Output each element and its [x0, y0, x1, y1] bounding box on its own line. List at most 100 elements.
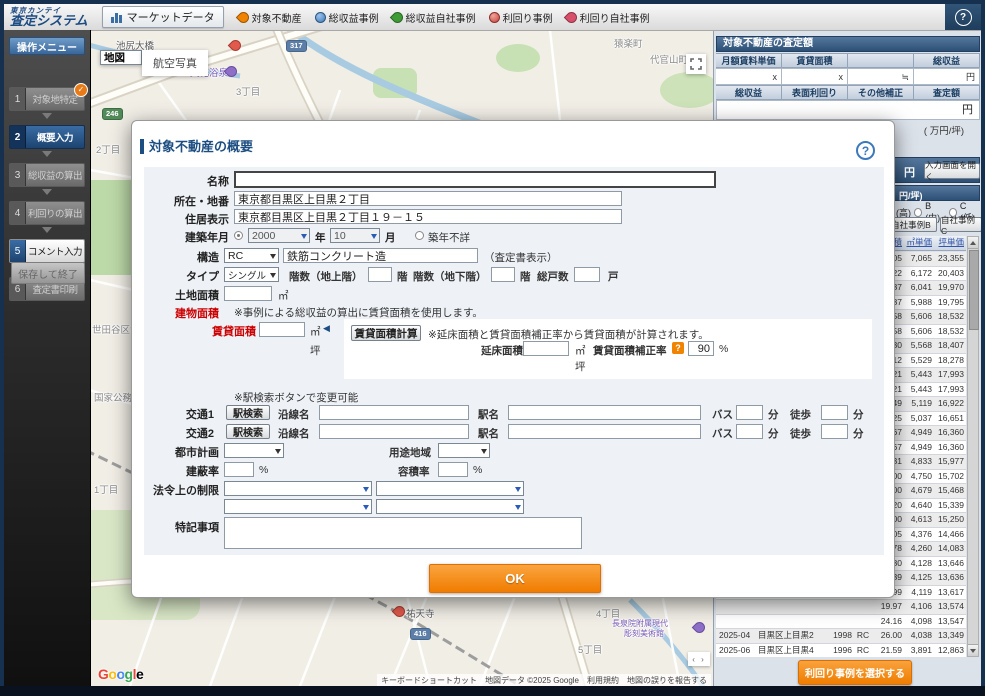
- map-attribution: キーボードショートカット地図データ ©2025 Google 利用規約地図の誤りを…: [377, 674, 711, 686]
- legal-select-4[interactable]: [376, 499, 524, 514]
- rent-area-input[interactable]: [259, 322, 305, 337]
- floors-below-input[interactable]: [491, 267, 515, 282]
- cell-sqm-price: 4,125: [902, 571, 932, 585]
- panel-title: 対象不動産の査定額: [716, 36, 980, 52]
- dropdown-arrow-icon: [363, 505, 369, 513]
- location-input[interactable]: [234, 191, 622, 206]
- attribution-link[interactable]: 地図の誤りを報告する: [627, 675, 707, 686]
- case-table-row[interactable]: 2025-06 目黒区上目黒4 1996 RC 21.59 3,891 12,8…: [716, 644, 966, 658]
- cell-sqm-price: 4,640: [902, 499, 932, 513]
- month-suffix: 月: [385, 230, 396, 245]
- cell-sqm-price: 5,037: [902, 412, 932, 426]
- map-fullscreen-button[interactable]: [686, 54, 706, 74]
- tsubo-unit-rent: 坪: [310, 343, 321, 358]
- calc-header-cell: 月額賃料単価: [716, 53, 782, 68]
- station-search-button-2[interactable]: 駅検索: [226, 424, 270, 439]
- header-sqm-price[interactable]: ㎡単価: [902, 236, 932, 250]
- floors-above-input[interactable]: [368, 267, 392, 282]
- correction-rate-input[interactable]: [688, 341, 714, 356]
- total-floor-input[interactable]: [523, 341, 569, 356]
- modal-help-button[interactable]: ?: [856, 141, 875, 160]
- walk-min-input-1[interactable]: [821, 405, 848, 420]
- sidebar-step-button[interactable]: 3 総収益の算出 ✓: [9, 163, 85, 187]
- calc-header-cell: 賃貸面積: [782, 53, 848, 68]
- station-input-1[interactable]: [508, 405, 701, 420]
- cell-tsubo-price: 13,646: [932, 557, 966, 571]
- zoning-select[interactable]: [438, 443, 490, 458]
- city-plan-select[interactable]: [224, 443, 284, 458]
- header-tsubo-price[interactable]: 坪単価: [932, 236, 966, 250]
- rent-area-calc-button[interactable]: 賃貸面積計算: [351, 325, 421, 341]
- built-month-select[interactable]: 10: [330, 228, 380, 243]
- scrollbar-thumb[interactable]: [969, 250, 979, 330]
- name-input[interactable]: [234, 171, 716, 188]
- far-input[interactable]: [438, 462, 468, 477]
- unknown-year-label: 築年不詳: [428, 230, 470, 245]
- cell-sqm-price: 4,833: [902, 455, 932, 469]
- sidebar-step-button[interactable]: 5 コメント入力 ✓: [9, 239, 85, 263]
- legal-select-2[interactable]: [376, 481, 524, 496]
- line-input-1[interactable]: [319, 405, 469, 420]
- operation-menu-title: 操作メニュー: [9, 37, 85, 55]
- unknown-year-radio[interactable]: [415, 231, 424, 240]
- legend-marker-icon: [389, 9, 405, 25]
- case-table-row[interactable]: 19.97 4,106 13,574: [716, 600, 966, 615]
- legal-select-1[interactable]: [224, 481, 372, 496]
- coverage-label: 建蔽率: [132, 463, 219, 479]
- walk-min-input-2[interactable]: [821, 424, 848, 439]
- attribution-link[interactable]: 地図データ ©2025 Google: [485, 675, 579, 686]
- cell-sqm-price: 4,750: [902, 470, 932, 484]
- select-yield-case-button[interactable]: 利回り事例を選択する: [798, 660, 912, 685]
- built-year-select[interactable]: 2000: [248, 228, 310, 243]
- line-input-2[interactable]: [319, 424, 469, 439]
- type-select[interactable]: シングル: [224, 267, 279, 282]
- table-scrollbar[interactable]: [967, 236, 979, 657]
- grade-b-radio[interactable]: [914, 208, 922, 217]
- scroll-down-button[interactable]: [968, 644, 978, 656]
- fullscreen-icon: [690, 58, 702, 70]
- bus-min-input-2[interactable]: [736, 424, 763, 439]
- total-units-input[interactable]: [574, 267, 600, 282]
- help-icon: ?: [955, 9, 972, 26]
- yen-fragment: 円: [904, 164, 915, 180]
- notes-textarea[interactable]: [224, 517, 582, 549]
- land-area-input[interactable]: [224, 286, 272, 301]
- address-input[interactable]: [234, 209, 622, 224]
- map-type-button-satellite[interactable]: 航空写真: [142, 50, 208, 76]
- cell-sqm-price: 5,568: [902, 339, 932, 353]
- legend-item: 利回り自社事例: [566, 10, 650, 25]
- cell-sqm-price: 4,949: [902, 441, 932, 455]
- legal-select-3[interactable]: [224, 499, 372, 514]
- cell-sqm-price: 5,443: [902, 383, 932, 397]
- station-search-button-1[interactable]: 駅検索: [226, 405, 270, 420]
- correction-help-icon[interactable]: ?: [672, 342, 684, 354]
- map-place-label: 1丁目: [94, 482, 118, 496]
- case-table-row[interactable]: 24.16 4,098 13,547: [716, 615, 966, 630]
- station-input-2[interactable]: [508, 424, 701, 439]
- global-help-button[interactable]: ?: [945, 4, 981, 30]
- open-input-screen-button[interactable]: 入力画面を開く: [924, 163, 980, 179]
- case-table-row[interactable]: 2025-04 目黒区上目黒2 1998 RC 26.00 4,038 13,3…: [716, 629, 966, 644]
- coverage-input[interactable]: [224, 462, 254, 477]
- map-type-button-map[interactable]: 地図: [100, 50, 142, 65]
- own-case-c-button[interactable]: 自社事例C: [940, 217, 982, 232]
- floor-unit: 階: [397, 269, 408, 284]
- dropdown-arrow-icon: [275, 449, 281, 457]
- built-year-radio[interactable]: [234, 231, 243, 240]
- notes-label: 特記事項: [132, 519, 219, 535]
- save-and-exit-button[interactable]: 保存して終了: [11, 262, 85, 284]
- sidebar-step-button[interactable]: 2 概要入力 ✓: [9, 125, 85, 149]
- far-label: 容積率: [398, 464, 430, 479]
- ok-button[interactable]: OK: [429, 564, 601, 593]
- market-data-button[interactable]: マーケットデータ: [102, 6, 224, 28]
- map-collapsed-control[interactable]: ‹ ›: [688, 652, 710, 666]
- sidebar-step-button[interactable]: 1 対象地特定 ✓: [9, 87, 85, 111]
- sidebar-step-button[interactable]: 4 利回りの算出 ✓: [9, 201, 85, 225]
- structure-text-input[interactable]: [283, 248, 478, 263]
- total-units-label: 総戸数: [537, 269, 569, 284]
- attribution-link[interactable]: キーボードショートカット: [381, 675, 477, 686]
- bus-min-input-1[interactable]: [736, 405, 763, 420]
- structure-select[interactable]: RC: [224, 248, 279, 263]
- attribution-link[interactable]: 利用規約: [587, 675, 619, 686]
- scroll-up-button[interactable]: [968, 237, 978, 249]
